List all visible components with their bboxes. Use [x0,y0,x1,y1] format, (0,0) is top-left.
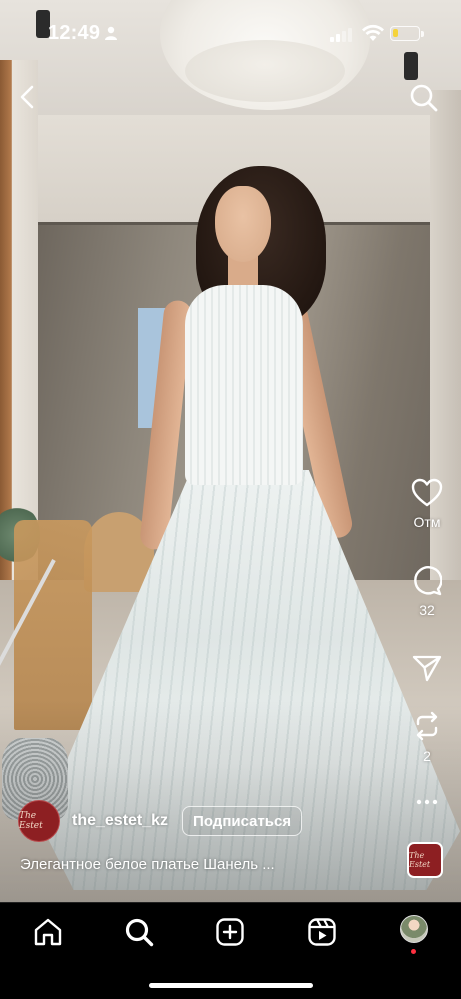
author-username[interactable]: the_estet_kz [72,812,168,830]
post-author: The Estet the_estet_kz Подписаться [18,800,303,842]
author-avatar-logo: The Estet [19,811,43,831]
follow-button[interactable]: Подписаться [182,806,303,836]
profile-avatar[interactable] [400,915,428,943]
home-icon[interactable] [32,916,64,948]
comment-icon [414,566,442,596]
comment-count: 32 [419,602,435,618]
notification-dot [411,949,416,954]
status-time: 12:49 [48,22,101,44]
repost-icon [416,711,438,741]
model-face [215,186,271,262]
comment-button[interactable]: 32 [400,566,454,618]
like-count: Отм [413,514,441,530]
create-icon[interactable] [214,916,246,948]
status-bar: 12:49 [0,0,461,62]
like-button[interactable]: Отм [400,478,454,530]
chevron-left-icon [20,85,34,109]
post-caption[interactable]: Элегантное белое платье Шанель ... [20,856,310,873]
audio-thumb-logo: The Estet [409,851,431,869]
chair [14,520,92,730]
cellular-signal-icon [330,28,352,42]
heart-icon [411,478,443,507]
reel-video[interactable] [0,0,461,905]
search-icon[interactable] [123,916,155,948]
share-button[interactable] [400,654,454,682]
wifi-icon [362,24,384,41]
person-icon [105,26,117,40]
home-indicator[interactable] [149,983,313,988]
more-options-button[interactable] [400,798,454,806]
search-icon [410,84,438,112]
repost-button[interactable]: 2 [400,710,454,764]
more-horizontal-icon [416,799,438,805]
author-avatar[interactable]: The Estet [18,800,60,842]
dress-bodice [185,285,303,485]
battery-icon [390,26,420,41]
send-icon [412,655,442,682]
battery-tip [421,31,424,37]
repost-count: 2 [423,748,431,764]
audio-track-thumbnail[interactable]: The Estet [407,842,443,878]
search-button[interactable] [408,82,440,114]
back-button[interactable] [14,82,42,112]
reels-icon[interactable] [306,916,338,948]
battery-level [393,29,398,37]
